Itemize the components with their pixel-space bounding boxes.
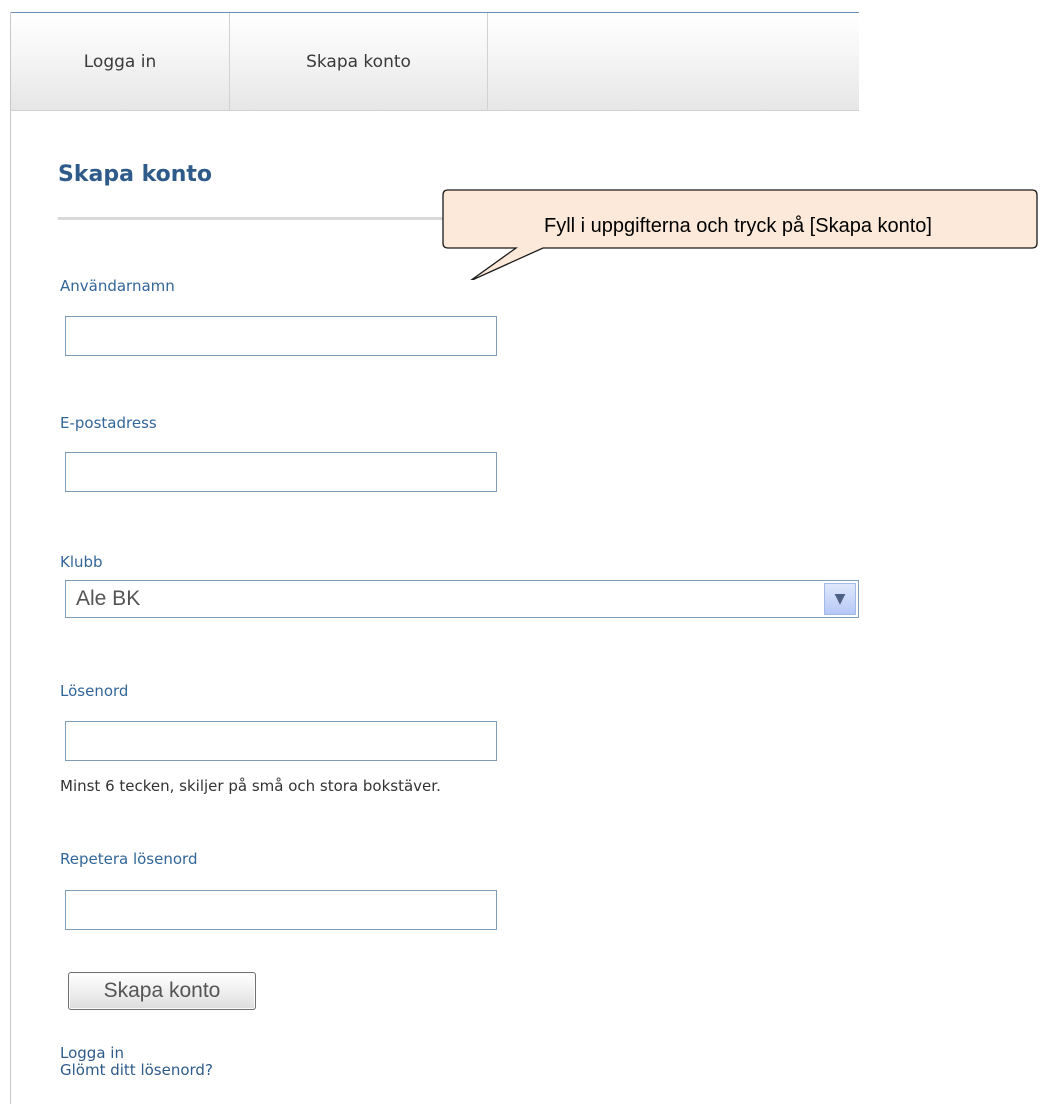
title-divider (58, 217, 478, 220)
email-input[interactable] (65, 452, 497, 492)
club-label: Klubb (60, 553, 103, 571)
club-select[interactable]: Ale BK ▼ (65, 580, 859, 618)
page-title: Skapa konto (58, 162, 213, 187)
repeat-password-label: Repetera lösenord (60, 850, 198, 868)
chevron-down-icon[interactable]: ▼ (824, 583, 856, 615)
email-label: E-postadress (60, 414, 157, 432)
tab-bar: Logga in Skapa konto (11, 12, 859, 111)
callout-text: Fyll i uppgifterna och tryck på [Skapa k… (544, 214, 932, 237)
repeat-password-input[interactable] (65, 890, 497, 930)
username-input[interactable] (65, 316, 497, 356)
tab-login[interactable]: Logga in (11, 13, 230, 110)
password-input[interactable] (65, 721, 497, 761)
forgot-password-link[interactable]: Glömt ditt lösenord? (60, 1062, 213, 1079)
tab-create-account[interactable]: Skapa konto (230, 13, 488, 110)
password-hint: Minst 6 tecken, skiljer på små och stora… (60, 777, 441, 795)
create-account-button[interactable]: Skapa konto (68, 972, 256, 1010)
username-label: Användarnamn (60, 277, 175, 295)
login-link[interactable]: Logga in (60, 1045, 124, 1062)
club-selected-value: Ale BK (76, 587, 141, 610)
password-label: Lösenord (60, 682, 129, 700)
